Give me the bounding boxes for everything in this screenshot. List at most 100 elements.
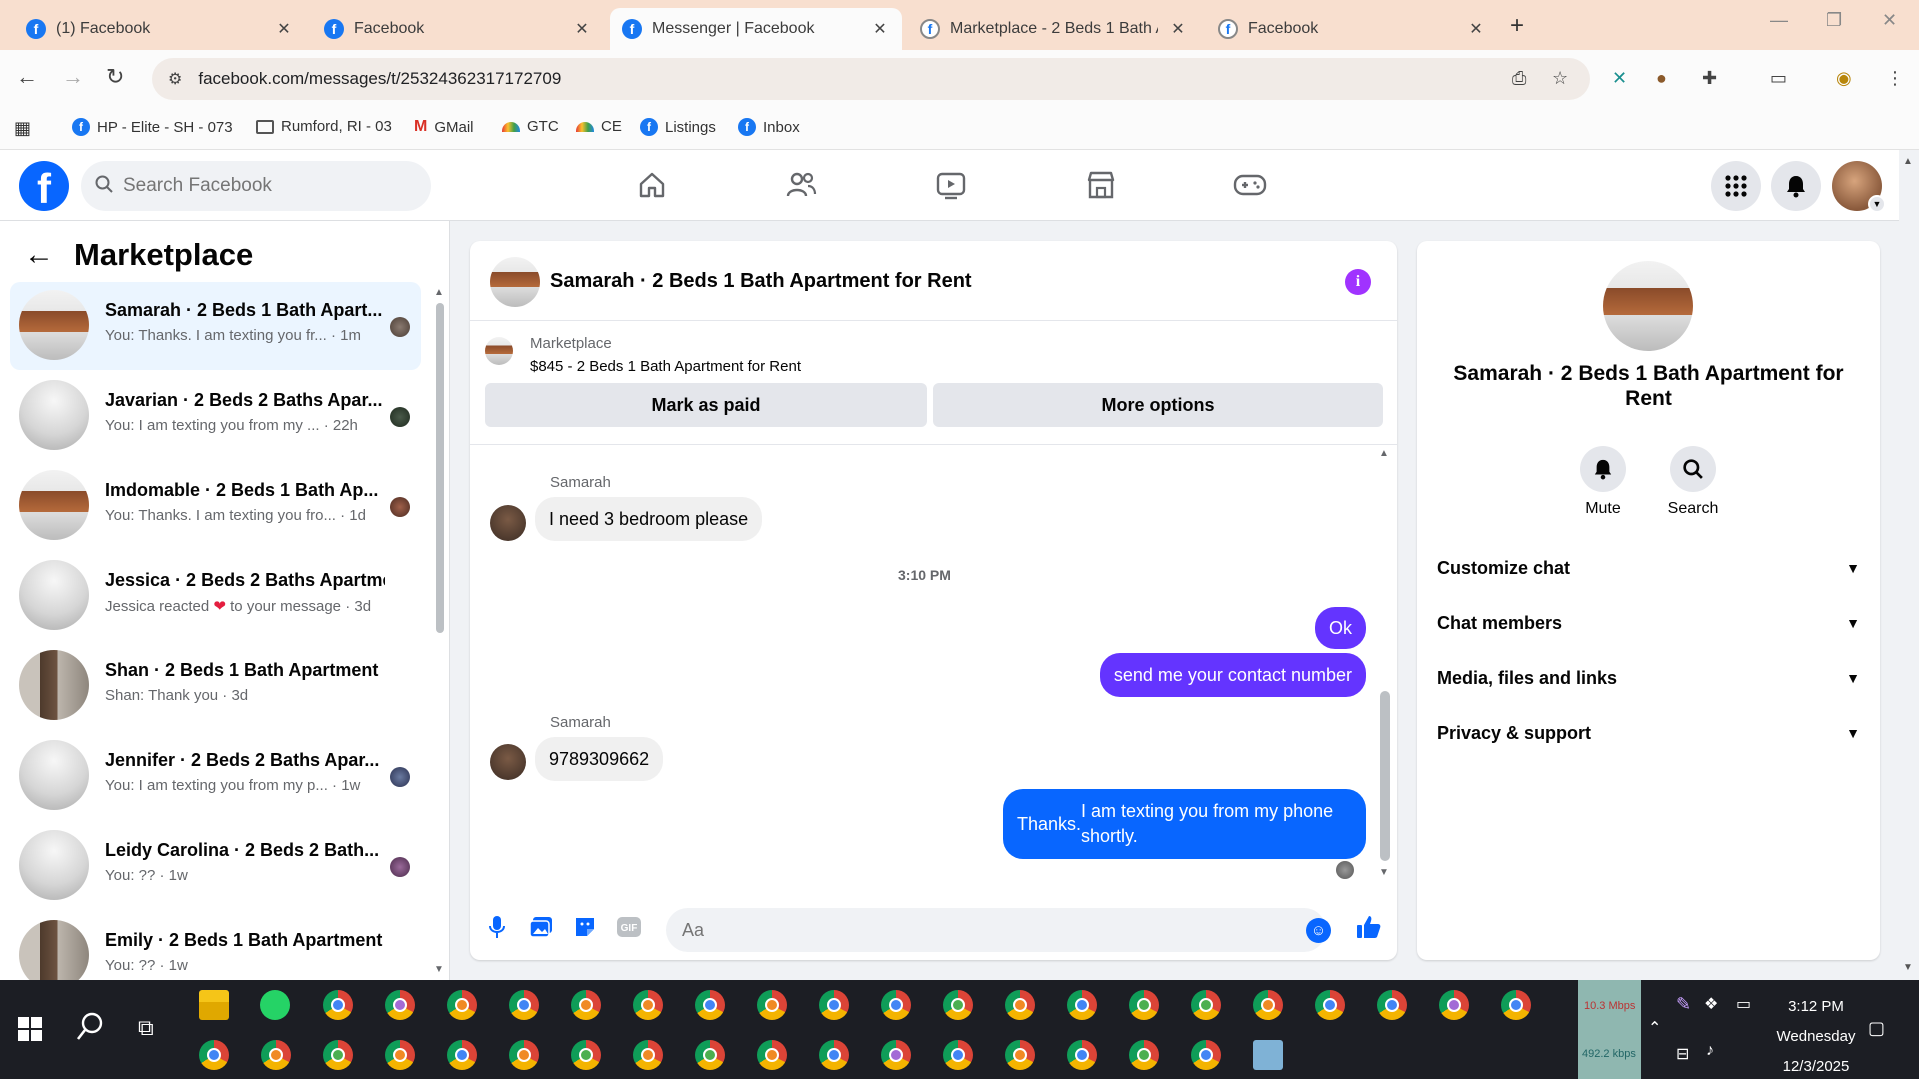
conversation-item-samarah[interactable]: Samarah · 2 Beds 1 Bath Apart... You: Th… — [10, 282, 421, 370]
chrome-icon[interactable] — [199, 1040, 229, 1070]
apps-grid-icon[interactable]: ▦ — [14, 118, 31, 139]
close-window-button[interactable]: ✕ — [1882, 10, 1897, 31]
chrome-icon[interactable] — [1067, 990, 1097, 1020]
bookmark-hp-elite[interactable]: f HP - Elite - SH - 073 — [72, 118, 233, 136]
notifications-button[interactable] — [1771, 161, 1821, 211]
chrome-icon[interactable] — [1501, 990, 1531, 1020]
message-input[interactable] — [666, 908, 1326, 952]
bookmark-inbox[interactable]: f Inbox — [738, 118, 800, 136]
page-scroll-down-arrow[interactable]: ▼ — [1903, 962, 1913, 973]
conversation-item-javarian[interactable]: Javarian · 2 Beds 2 Baths Apar... You: I… — [10, 372, 421, 460]
chrome-icon[interactable] — [385, 1040, 415, 1070]
chrome-icon[interactable] — [1067, 1040, 1097, 1070]
network-icon[interactable]: ⊟ — [1676, 1044, 1689, 1064]
windows-start-icon[interactable] — [18, 1017, 42, 1041]
chat-avatar[interactable] — [490, 257, 540, 307]
close-icon[interactable]: ✕ — [274, 19, 294, 39]
site-settings-icon[interactable]: ⚙ — [168, 69, 182, 89]
chrome-icon[interactable] — [757, 990, 787, 1020]
chrome-icon[interactable] — [385, 990, 415, 1020]
chrome-icon[interactable] — [571, 990, 601, 1020]
conversation-item-leidy[interactable]: Leidy Carolina · 2 Beds 2 Bath... You: ?… — [10, 822, 421, 910]
mute-button[interactable] — [1580, 446, 1626, 492]
chrome-icon[interactable] — [1439, 990, 1469, 1020]
close-icon[interactable]: ✕ — [1466, 19, 1486, 39]
conversation-item-jessica[interactable]: Jessica · 2 Beds 2 Baths Apartme... Jess… — [10, 552, 421, 640]
chrome-icon[interactable] — [1191, 990, 1221, 1020]
message-incoming[interactable]: 9789309662 — [535, 737, 664, 781]
chrome-icon[interactable] — [881, 1040, 911, 1070]
cookie-extension-icon[interactable]: ● — [1656, 68, 1667, 89]
tab-search-icon[interactable]: ▭ — [1770, 68, 1787, 89]
chrome-icon[interactable] — [1191, 1040, 1221, 1070]
chrome-icon[interactable] — [571, 1040, 601, 1070]
chrome-icon[interactable] — [323, 990, 353, 1020]
dropbox-icon[interactable]: ❖ — [1704, 994, 1718, 1014]
chrome-icon[interactable] — [819, 990, 849, 1020]
conversation-item-shan[interactable]: Shan · 2 Beds 1 Bath Apartment Shan: Tha… — [10, 642, 421, 730]
chrome-icon[interactable] — [695, 1040, 725, 1070]
chrome-icon[interactable] — [1129, 1040, 1159, 1070]
search-icon[interactable] — [76, 1012, 104, 1047]
bookmark-ce[interactable]: CE — [576, 118, 622, 135]
chrome-icon[interactable] — [1005, 990, 1035, 1020]
menu-grid-button[interactable] — [1711, 161, 1761, 211]
conversation-item-jennifer[interactable]: Jennifer · 2 Beds 2 Baths Apar... You: I… — [10, 732, 421, 820]
scroll-down-arrow[interactable]: ▼ — [434, 964, 444, 975]
whatsapp-icon[interactable] — [260, 990, 290, 1020]
chat-title[interactable]: Samarah · 2 Beds 1 Bath Apartment for Re… — [550, 270, 972, 293]
page-scroll-up-arrow[interactable]: ▲ — [1903, 156, 1913, 167]
emoji-icon[interactable]: ☺ — [1306, 918, 1331, 943]
section-media-files-links[interactable]: Media, files and links ▼ — [1437, 656, 1860, 700]
notification-center-icon[interactable]: ▢ — [1868, 1018, 1885, 1039]
video-icon[interactable] — [934, 168, 968, 202]
system-clock[interactable]: 3:12 PM Wednesday 12/3/2025 — [1776, 992, 1856, 1079]
mark-as-paid-button[interactable]: Mark as paid — [485, 383, 927, 427]
profile-icon[interactable]: ◉ — [1836, 68, 1852, 89]
bookmark-gmail[interactable]: M GMail — [414, 118, 474, 136]
chrome-icon[interactable] — [943, 990, 973, 1020]
file-explorer-icon[interactable] — [199, 990, 229, 1020]
battery-icon[interactable]: ▭ — [1736, 994, 1751, 1014]
chrome-icon[interactable] — [261, 1040, 291, 1070]
chrome-icon[interactable] — [881, 990, 911, 1020]
bookmark-listings[interactable]: f Listings — [640, 118, 716, 136]
bookmark-rumford[interactable]: Rumford, RI - 03 — [256, 118, 392, 135]
back-button[interactable]: ← — [16, 64, 38, 90]
browser-tab-4[interactable]: f Marketplace - 2 Beds 1 Bath Ap ✕ — [908, 8, 1200, 50]
message-outgoing[interactable]: send me your contact number — [1099, 653, 1366, 697]
bookmark-star-icon[interactable]: ☆ — [1552, 68, 1568, 89]
browser-tab-5[interactable]: f Facebook ✕ — [1206, 8, 1498, 50]
close-icon[interactable]: ✕ — [1168, 19, 1188, 39]
forward-button[interactable]: → — [62, 64, 84, 90]
chrome-icon[interactable] — [323, 1040, 353, 1070]
browser-tab-2[interactable]: f Facebook ✕ — [312, 8, 604, 50]
thumbs-up-icon[interactable] — [1354, 912, 1384, 942]
chrome-icon[interactable] — [757, 1040, 787, 1070]
browser-tab-3[interactable]: f Messenger | Facebook ✕ — [610, 8, 902, 50]
info-icon[interactable]: i — [1345, 269, 1371, 295]
restore-button[interactable]: ❐ — [1826, 10, 1842, 31]
gif-icon[interactable]: GIF — [614, 912, 644, 942]
chrome-icon[interactable] — [509, 990, 539, 1020]
marketplace-icon[interactable] — [1084, 168, 1118, 202]
chrome-icon[interactable] — [1129, 990, 1159, 1020]
search-input[interactable] — [123, 175, 403, 197]
message-outgoing[interactable]: Ok — [1314, 607, 1366, 649]
chrome-icon[interactable] — [509, 1040, 539, 1070]
chrome-icon[interactable] — [447, 990, 477, 1020]
chrome-icon[interactable] — [633, 990, 663, 1020]
sticker-icon[interactable] — [570, 912, 600, 942]
chrome-icon[interactable] — [695, 990, 725, 1020]
friends-icon[interactable] — [784, 168, 818, 202]
conversation-item-imdomable[interactable]: Imdomable · 2 Beds 1 Bath Ap... You: Tha… — [10, 462, 421, 550]
listing-avatar[interactable] — [1603, 261, 1693, 351]
section-chat-members[interactable]: Chat members ▼ — [1437, 601, 1860, 645]
section-customize-chat[interactable]: Customize chat ▼ — [1437, 546, 1860, 590]
conversation-list-scrollbar[interactable] — [436, 303, 444, 633]
message-incoming[interactable]: I need 3 bedroom please — [535, 497, 763, 541]
message-outgoing[interactable]: Thanks. I am texting you from my phone s… — [1003, 789, 1366, 859]
chrome-icon[interactable] — [447, 1040, 477, 1070]
task-view-icon[interactable]: ⧉ — [138, 1015, 154, 1041]
photo-icon[interactable] — [526, 912, 556, 942]
